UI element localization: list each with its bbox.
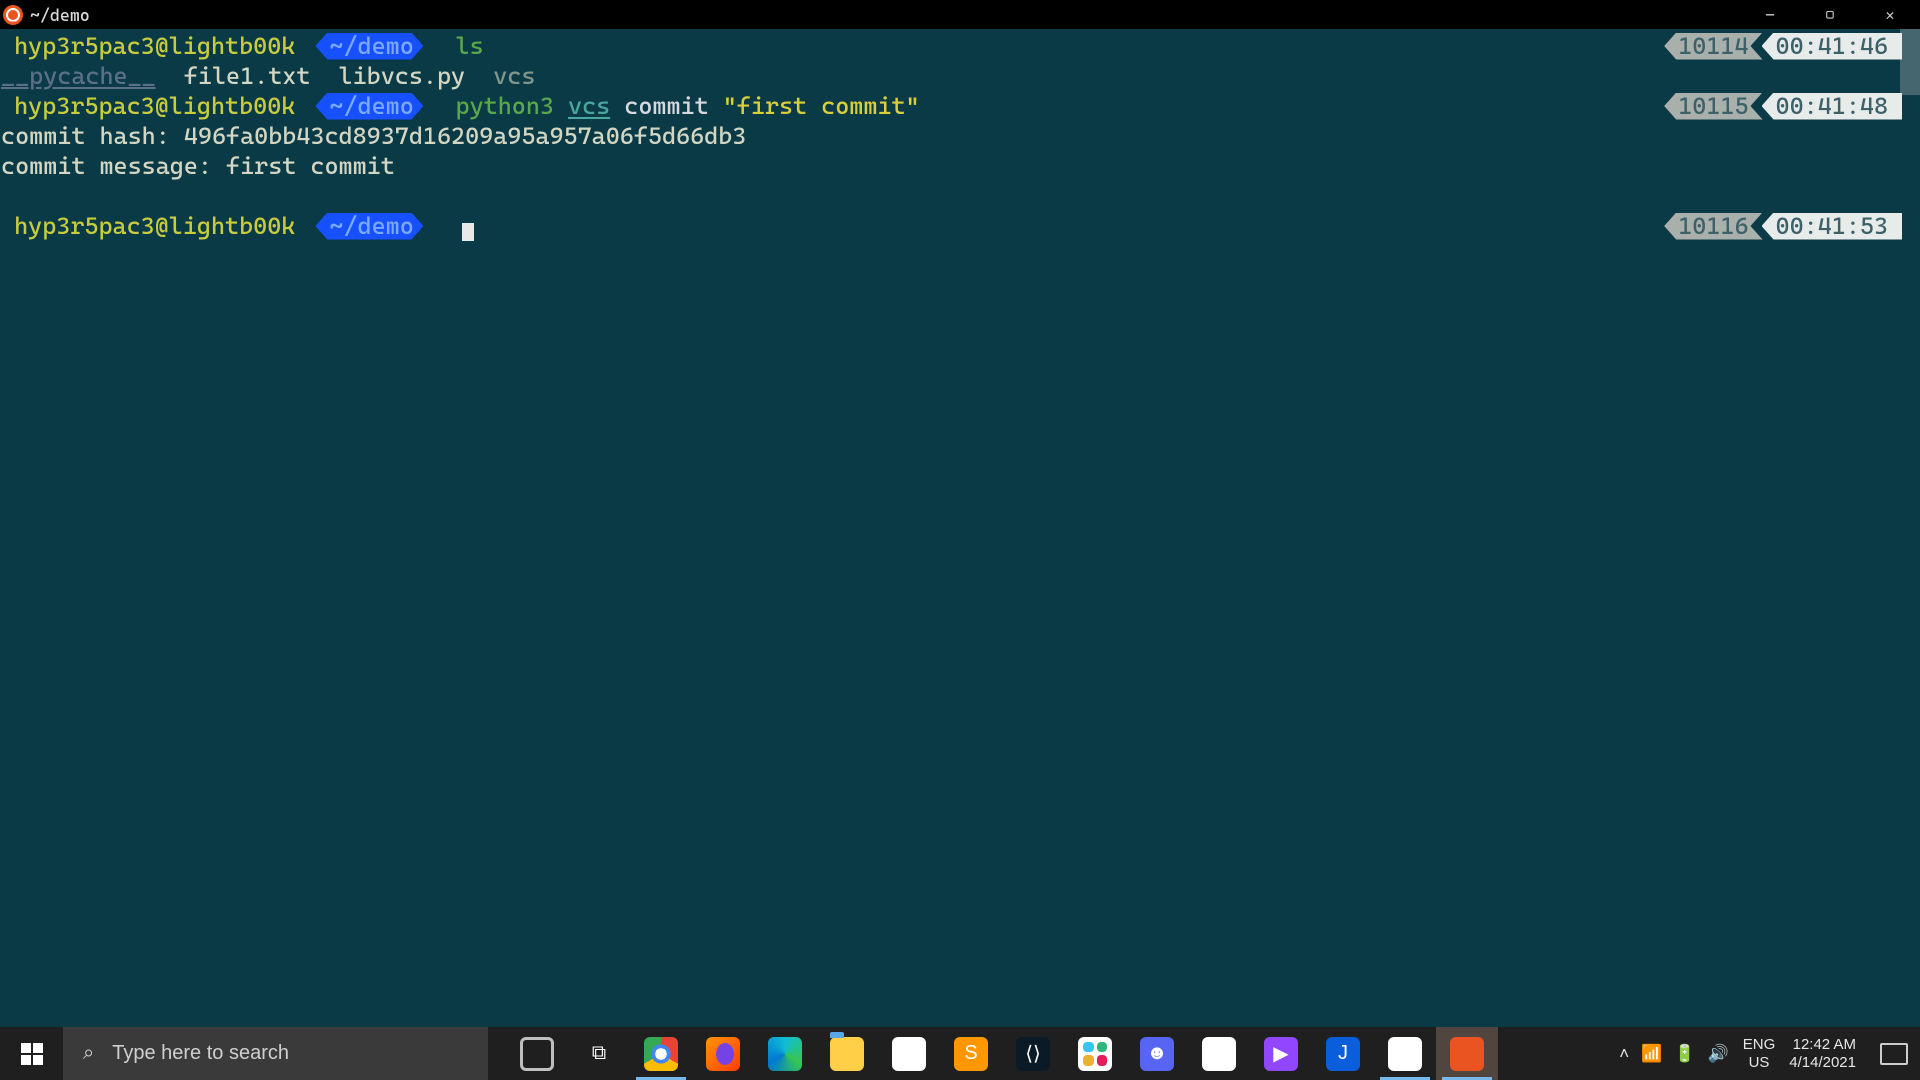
terminal-output-line: __pycache__ file1.txt libvcs.py vcs <box>0 61 1920 91</box>
brave-icon: ◆ <box>1388 1037 1422 1071</box>
prompt-line: hyp3r5pac3@lightb00k ~/demo ls 10114 00:… <box>0 31 1920 61</box>
edge-button[interactable] <box>754 1027 816 1080</box>
prompt-dir-label: ~/demo <box>329 211 413 241</box>
prompt-time: 00:41:48 <box>1762 93 1903 120</box>
sublime-button[interactable]: S <box>940 1027 1002 1080</box>
ls-dir-entry: __pycache__ <box>1 61 156 91</box>
command-token: python3 <box>456 91 554 121</box>
history-number: 10115 <box>1664 93 1762 120</box>
slack-icon <box>1078 1037 1112 1071</box>
ubuntu-terminal-button[interactable] <box>1436 1027 1498 1080</box>
firefox-button[interactable] <box>692 1027 754 1080</box>
command-token: commit <box>624 91 708 121</box>
window-titlebar: ~/demo — ▢ ✕ <box>0 0 1920 29</box>
dropbox-button[interactable]: ⧈ <box>878 1027 940 1080</box>
taskview-button[interactable]: ⧉ <box>568 1027 630 1080</box>
prompt-time: 00:41:46 <box>1762 33 1903 60</box>
slack-button[interactable] <box>1064 1027 1126 1080</box>
ubuntu-icon <box>1450 1037 1484 1071</box>
prompt-time: 00:41:53 <box>1762 213 1903 240</box>
command-token: "first commit" <box>723 91 920 121</box>
joplin-icon: J <box>1326 1037 1360 1071</box>
history-number: 10116 <box>1664 213 1762 240</box>
chrome-button[interactable] <box>630 1027 692 1080</box>
cortana-button[interactable] <box>506 1027 568 1080</box>
command-token: vcs <box>568 91 610 121</box>
messages-button[interactable]: ✉ <box>1188 1027 1250 1080</box>
prompt-dir-label: ~/demo <box>329 31 413 61</box>
windows-taskbar: ⌕ Type here to search ⧉ ⧈ S ⟨⟩ ☻ ✉ ▶ J ◆… <box>0 1027 1920 1080</box>
command-text: ls <box>456 31 484 61</box>
close-button[interactable]: ✕ <box>1860 0 1920 29</box>
ubuntu-icon <box>3 5 23 25</box>
terminal-output-line: commit hash: 496fa0bb43cd8937d16209a95a9… <box>0 121 1920 151</box>
history-number: 10114 <box>1664 33 1762 60</box>
taskbar-systray: ˄ 📶 🔋 🔊 ENG US 12:42 AM 4/14/2021 <box>1599 1027 1920 1080</box>
joplin-button[interactable]: J <box>1312 1027 1374 1080</box>
edge-icon <box>768 1037 802 1071</box>
search-icon: ⌕ <box>83 1042 94 1065</box>
start-button[interactable] <box>0 1027 63 1080</box>
vscode-icon: ⟨⟩ <box>1016 1037 1050 1071</box>
twitch-button[interactable]: ▶ <box>1250 1027 1312 1080</box>
taskview-icon: ⧉ <box>582 1037 616 1071</box>
prompt-user-host: hyp3r5pac3@lightb00k <box>14 211 295 241</box>
dropbox-icon: ⧈ <box>892 1037 926 1071</box>
maximize-button[interactable]: ▢ <box>1800 0 1860 29</box>
brave-button[interactable]: ◆ <box>1374 1027 1436 1080</box>
discord-icon: ☻ <box>1140 1037 1174 1071</box>
volume-icon[interactable]: 🔊 <box>1708 1044 1729 1064</box>
ls-file-entry: vcs <box>493 61 535 91</box>
prompt-dir-pill: ~/demo <box>315 33 423 60</box>
chrome-icon <box>644 1037 678 1071</box>
terminal-output-line: commit message: first commit <box>0 151 1920 181</box>
prompt-user-host: hyp3r5pac3@lightb00k <box>14 91 295 121</box>
vscode-button[interactable]: ⟨⟩ <box>1002 1027 1064 1080</box>
ls-file-entry: file1.txt <box>184 61 311 91</box>
minimize-button[interactable]: — <box>1740 0 1800 29</box>
prompt-line: hyp3r5pac3@lightb00k ~/demo python3 vcs … <box>0 91 1920 121</box>
file-explorer-icon <box>830 1037 864 1071</box>
prompt-dir-label: ~/demo <box>329 91 413 121</box>
taskbar-app-list: ⧉ ⧈ S ⟨⟩ ☻ ✉ ▶ J ◆ <box>506 1027 1599 1080</box>
taskbar-search[interactable]: ⌕ Type here to search <box>63 1027 488 1080</box>
window-title: ~/demo <box>30 5 90 25</box>
discord-button[interactable]: ☻ <box>1126 1027 1188 1080</box>
action-center-icon[interactable] <box>1880 1043 1908 1065</box>
language-indicator[interactable]: ENG US <box>1743 1036 1776 1072</box>
tray-chevron-up-icon[interactable]: ˄ <box>1619 1044 1629 1064</box>
cortana-icon <box>520 1037 554 1071</box>
wifi-icon[interactable]: 📶 <box>1641 1044 1662 1064</box>
battery-icon[interactable]: 🔋 <box>1674 1044 1695 1064</box>
ls-file-entry: libvcs.py <box>339 61 466 91</box>
windows-logo-icon <box>21 1043 43 1065</box>
twitch-icon: ▶ <box>1264 1037 1298 1071</box>
file-explorer-button[interactable] <box>816 1027 878 1080</box>
prompt-user-host: hyp3r5pac3@lightb00k <box>14 31 295 61</box>
search-placeholder: Type here to search <box>112 1042 289 1065</box>
sublime-icon: S <box>954 1037 988 1071</box>
terminal-viewport[interactable]: hyp3r5pac3@lightb00k ~/demo ls 10114 00:… <box>0 29 1920 1027</box>
firefox-icon <box>706 1037 740 1071</box>
messages-icon: ✉ <box>1202 1037 1236 1071</box>
taskbar-clock[interactable]: 12:42 AM 4/14/2021 <box>1789 1036 1856 1072</box>
prompt-line-current[interactable]: hyp3r5pac3@lightb00k ~/demo 10116 00:41:… <box>0 211 1920 241</box>
prompt-dir-pill: ~/demo <box>315 213 423 240</box>
prompt-dir-pill: ~/demo <box>315 93 423 120</box>
cursor <box>462 223 474 241</box>
scrollbar-thumb[interactable] <box>1900 29 1920 95</box>
